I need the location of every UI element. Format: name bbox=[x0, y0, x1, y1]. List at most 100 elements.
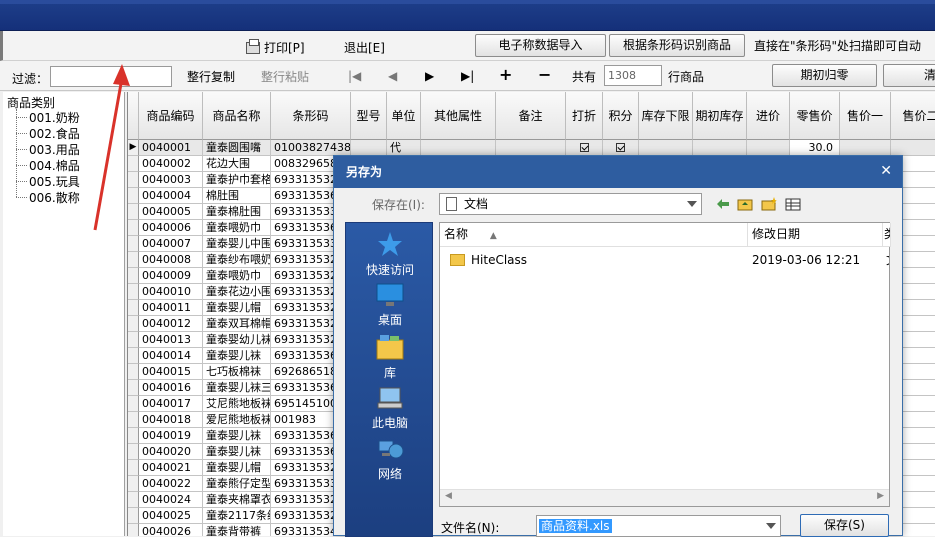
new-folder-icon[interactable] bbox=[761, 197, 777, 211]
last-record-icon[interactable]: ▶| bbox=[461, 69, 474, 83]
grid-cell[interactable] bbox=[639, 140, 693, 156]
cell-code[interactable]: 0040014 bbox=[139, 348, 203, 364]
file-row[interactable]: HiteClass 2019-03-06 12:21 文 bbox=[440, 250, 889, 270]
row-indicator[interactable] bbox=[128, 236, 139, 252]
copy-row-button[interactable]: 整行复制 bbox=[187, 68, 235, 85]
row-indicator[interactable] bbox=[128, 508, 139, 524]
row-indicator[interactable] bbox=[128, 220, 139, 236]
column-header[interactable]: 单位 bbox=[387, 92, 421, 140]
column-header[interactable]: 备注 bbox=[496, 92, 566, 140]
grid-cell[interactable] bbox=[351, 140, 387, 156]
cell-name[interactable]: 爱尼熊地板袜 bbox=[203, 412, 271, 428]
cell-code[interactable]: 0040003 bbox=[139, 172, 203, 188]
init-zero-button[interactable]: 期初归零 bbox=[772, 64, 877, 87]
cell-name[interactable]: 童泰婴幼儿袜 bbox=[203, 332, 271, 348]
grid-cell[interactable] bbox=[693, 140, 747, 156]
cell-code[interactable]: 0040022 bbox=[139, 476, 203, 492]
row-indicator[interactable] bbox=[128, 204, 139, 220]
row-indicator[interactable] bbox=[128, 188, 139, 204]
cell-name[interactable]: 童泰婴儿袜 bbox=[203, 444, 271, 460]
cell-name[interactable]: 七巧板棉袜 bbox=[203, 364, 271, 380]
tree-item[interactable]: 004.棉品 bbox=[29, 157, 80, 174]
cell-code[interactable]: 0040006 bbox=[139, 220, 203, 236]
cell-name[interactable]: 童泰熊仔定型 bbox=[203, 476, 271, 492]
cell-code[interactable]: 0040026 bbox=[139, 524, 203, 536]
row-indicator[interactable] bbox=[128, 316, 139, 332]
filter-input[interactable] bbox=[50, 66, 172, 87]
place-desktop[interactable]: 桌面 bbox=[346, 283, 434, 328]
cell-name[interactable]: 童泰护巾套格 bbox=[203, 172, 271, 188]
barcode-identify-button[interactable]: 根据条形码识别商品 bbox=[609, 34, 745, 57]
column-header[interactable]: 售价二 bbox=[891, 92, 935, 140]
scale-import-button[interactable]: 电子称数据导入 bbox=[475, 34, 606, 57]
column-header[interactable]: 期初库存 bbox=[693, 92, 747, 140]
row-indicator[interactable] bbox=[128, 444, 139, 460]
place-quick-access[interactable]: 快速访问 bbox=[346, 231, 434, 278]
cell-code[interactable]: 0040019 bbox=[139, 428, 203, 444]
tree-item[interactable]: 003.用品 bbox=[29, 141, 80, 158]
cell-name[interactable]: 童泰2117条纹 bbox=[203, 508, 271, 524]
checkbox[interactable] bbox=[579, 143, 589, 152]
tree-item[interactable]: 006.散称 bbox=[29, 189, 80, 206]
cell-barcode[interactable]: 010038274383 bbox=[271, 140, 351, 156]
cell-code[interactable]: 0040010 bbox=[139, 284, 203, 300]
back-icon[interactable] bbox=[715, 197, 731, 211]
cell-code[interactable]: 0040021 bbox=[139, 460, 203, 476]
row-indicator[interactable] bbox=[128, 268, 139, 284]
row-indicator[interactable] bbox=[128, 332, 139, 348]
row-indicator[interactable] bbox=[128, 380, 139, 396]
column-header[interactable]: 商品编码 bbox=[139, 92, 203, 140]
row-indicator[interactable] bbox=[128, 412, 139, 428]
place-this-pc[interactable]: 此电脑 bbox=[346, 386, 434, 431]
tree-item[interactable]: 001.奶粉 bbox=[29, 109, 80, 126]
cell-code[interactable]: 0040020 bbox=[139, 444, 203, 460]
exit-button[interactable]: 退出[E] bbox=[344, 39, 385, 56]
row-indicator[interactable] bbox=[128, 284, 139, 300]
cell-name[interactable]: 棉肚围 bbox=[203, 188, 271, 204]
column-header[interactable]: 积分 bbox=[603, 92, 639, 140]
cell-name[interactable]: 童泰花边小围 bbox=[203, 284, 271, 300]
column-header[interactable]: 商品名称 bbox=[203, 92, 271, 140]
chevron-down-icon[interactable] bbox=[766, 523, 776, 529]
row-indicator[interactable] bbox=[128, 492, 139, 508]
cell-code[interactable]: 0040016 bbox=[139, 380, 203, 396]
cell-name[interactable]: 童泰夹棉罩衣 bbox=[203, 492, 271, 508]
row-indicator[interactable] bbox=[128, 428, 139, 444]
column-header[interactable]: 售价一 bbox=[840, 92, 891, 140]
cell-name[interactable]: 童泰纱布喂奶 bbox=[203, 252, 271, 268]
grid-cell[interactable] bbox=[566, 140, 603, 156]
cell-name[interactable]: 童泰喂奶巾 bbox=[203, 220, 271, 236]
cell-code[interactable]: 0040012 bbox=[139, 316, 203, 332]
row-indicator[interactable] bbox=[128, 348, 139, 364]
print-button[interactable]: 打印[P] bbox=[246, 39, 305, 56]
cell-code[interactable]: 0040002 bbox=[139, 156, 203, 172]
grid-cell[interactable] bbox=[747, 140, 790, 156]
cell-code[interactable]: 0040013 bbox=[139, 332, 203, 348]
scroll-left-icon[interactable]: ◀ bbox=[445, 491, 452, 501]
paste-row-button[interactable]: 整行粘贴 bbox=[261, 68, 309, 85]
cell-name[interactable]: 童泰婴儿袜 bbox=[203, 428, 271, 444]
grid-cell[interactable] bbox=[891, 140, 935, 156]
save-in-select[interactable]: 文档 bbox=[439, 193, 702, 215]
cell-name[interactable]: 童泰棉肚围 bbox=[203, 204, 271, 220]
cell-name[interactable]: 童泰婴儿帽 bbox=[203, 460, 271, 476]
column-type-header[interactable]: 类 bbox=[883, 223, 891, 247]
cell-name[interactable]: 童泰圆围嘴 bbox=[203, 140, 271, 156]
column-header[interactable]: 其他属性 bbox=[421, 92, 496, 140]
cell-name[interactable]: 艾尼熊地板袜 bbox=[203, 396, 271, 412]
place-network[interactable]: 网络 bbox=[346, 437, 434, 482]
delete-record-icon[interactable]: − bbox=[538, 65, 551, 84]
grid-cell[interactable] bbox=[421, 140, 496, 156]
cell-name[interactable]: 童泰婴儿帽 bbox=[203, 300, 271, 316]
column-header[interactable]: 库存下限 bbox=[639, 92, 693, 140]
cell-name[interactable]: 童泰双耳棉帽 bbox=[203, 316, 271, 332]
save-button[interactable]: 保存(S) bbox=[800, 514, 889, 537]
cell-code[interactable]: 0040007 bbox=[139, 236, 203, 252]
grid-cell[interactable] bbox=[603, 140, 639, 156]
tree-item[interactable]: 002.食品 bbox=[29, 125, 80, 142]
grid-cell[interactable] bbox=[496, 140, 566, 156]
prev-record-icon[interactable]: ◀ bbox=[388, 69, 397, 83]
cell-code[interactable]: 0040005 bbox=[139, 204, 203, 220]
column-header[interactable]: 条形码 bbox=[271, 92, 351, 140]
cell-code[interactable]: 0040024 bbox=[139, 492, 203, 508]
